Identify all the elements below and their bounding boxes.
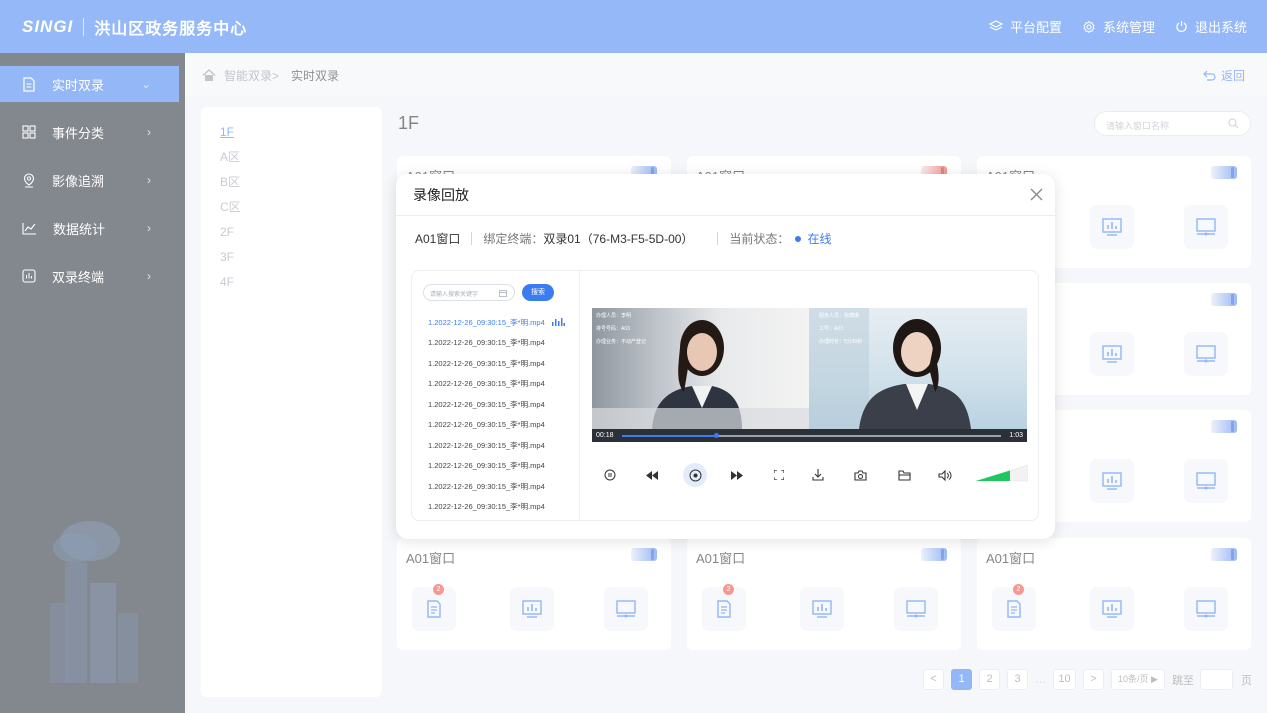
download-button[interactable]	[806, 463, 830, 487]
fast-forward-button[interactable]	[725, 463, 749, 487]
total-time: 1:03	[1009, 432, 1023, 439]
video-pane-staff: 服务人员：张珊珊 工号：A03 办理时长：5分30秒	[809, 308, 1027, 429]
status-value: 在线	[807, 232, 832, 246]
seek-fill	[621, 434, 717, 437]
modal-header: 录像回放	[396, 174, 1055, 216]
divider	[717, 232, 719, 245]
recording-file-item[interactable]: 1.2022-12-26_09:30:15_李*明.mp4	[428, 374, 565, 395]
client-info: 办理人员：李明 排号号码：A03 办理业务：不动产登记	[596, 310, 646, 349]
playback-panel: 请输入搜索关键字 搜索 1.2022-12-26_09:30:15_李*明.mp…	[411, 270, 1039, 521]
seek-handle[interactable]	[714, 432, 720, 438]
recording-file-item[interactable]: 1.2022-12-26_09:30:15_李*明.mp4	[428, 435, 565, 456]
recording-file-list: 请输入搜索关键字 搜索 1.2022-12-26_09:30:15_李*明.mp…	[412, 271, 580, 520]
file-search-placeholder: 请输入搜索关键字	[430, 292, 479, 298]
rewind-button[interactable]	[640, 463, 664, 487]
pause-button[interactable]	[598, 463, 622, 487]
staff-name: 服务人员：张珊珊	[819, 313, 860, 319]
recording-file-item[interactable]: 1.2022-12-26_09:30:15_李*明.mp4	[428, 456, 565, 477]
play-circle-icon	[689, 469, 701, 481]
modal-title: 录像回放	[413, 186, 469, 203]
playback-modal: 录像回放 A01窗口 绑定终端： 双录01（76-M3-F5-5D-00） 当前…	[396, 174, 1055, 539]
close-icon[interactable]	[1030, 188, 1043, 201]
search-button[interactable]: 搜索	[522, 284, 554, 301]
rewind-icon	[646, 470, 658, 480]
fullscreen-icon	[774, 470, 784, 480]
file-search-input[interactable]: 请输入搜索关键字	[423, 284, 515, 301]
client-business: 办理业务：不动产登记	[596, 339, 647, 345]
divider	[471, 232, 473, 245]
fullscreen-button[interactable]	[767, 463, 791, 487]
seek-track[interactable]	[621, 432, 1002, 438]
terminal-value: 双录01（76-M3-F5-5D-00）	[543, 232, 694, 246]
status-dot	[795, 235, 802, 242]
download-icon	[812, 469, 824, 481]
file-name: 1.2022-12-26_09:30:15_李*明.mp4	[428, 440, 545, 450]
file-name: 1.2022-12-26_09:30:15_李*明.mp4	[428, 420, 545, 430]
file-list: 1.2022-12-26_09:30:15_李*明.mp4 1.2022-12-2…	[428, 312, 565, 517]
volume-button[interactable]	[933, 463, 957, 487]
folder-icon	[897, 469, 911, 481]
file-name: 1.2022-12-26_09:30:15_李*明.mp4	[428, 338, 545, 348]
volume-icon	[938, 469, 952, 481]
client-number: 排号号码：A03	[596, 326, 630, 332]
player-controls	[592, 461, 1032, 489]
file-name: 1.2022-12-26_09:30:15_李*明.mp4	[428, 317, 545, 327]
recording-file-item[interactable]: 1.2022-12-26_09:30:15_李*明.mp4	[428, 394, 565, 415]
window-name: A01窗口	[415, 232, 461, 246]
file-name: 1.2022-12-26_09:30:15_李*明.mp4	[428, 379, 545, 389]
recording-file-item[interactable]: 1.2022-12-26_09:30:15_李*明.mp4	[428, 476, 565, 497]
calendar-icon[interactable]	[499, 289, 507, 297]
staff-id: 工号：A03	[819, 326, 843, 332]
playing-bars-icon	[551, 318, 565, 327]
recording-file-item[interactable]: 1.2022-12-26_09:30:15_李*明.mp4	[428, 353, 565, 374]
file-name: 1.2022-12-26_09:30:15_李*明.mp4	[428, 399, 545, 409]
play-button[interactable]	[683, 463, 707, 487]
video-player[interactable]: 办理人员：李明 排号号码：A03 办理业务：不动产登记 服务人员：张珊珊 工号：…	[592, 308, 1027, 442]
current-time: 00:18	[596, 432, 614, 439]
status-label: 当前状态：	[729, 232, 790, 246]
file-name: 1.2022-12-26_09:30:15_李*明.mp4	[428, 481, 545, 491]
recording-file-item[interactable]: 1.2022-12-26_09:30:15_李*明.mp4	[428, 497, 565, 518]
camera-icon	[853, 469, 867, 481]
client-name: 办理人员：李明	[596, 313, 632, 319]
snapshot-button[interactable]	[848, 463, 872, 487]
service-duration: 办理时长：5分30秒	[819, 339, 863, 345]
volume-slider[interactable]	[976, 465, 1028, 482]
staff-info: 服务人员：张珊珊 工号：A03 办理时长：5分30秒	[819, 310, 862, 349]
terminal-label: 绑定终端：	[483, 232, 544, 246]
terminal-info: A01窗口 绑定终端： 双录01（76-M3-F5-5D-00） 当前状态： 在…	[415, 230, 831, 247]
pause-icon	[604, 469, 616, 481]
fast-forward-icon	[731, 470, 743, 480]
recording-file-item[interactable]: 1.2022-12-26_09:30:15_李*明.mp4	[428, 415, 565, 436]
file-name: 1.2022-12-26_09:30:15_李*明.mp4	[428, 461, 545, 471]
recording-file-item[interactable]: 1.2022-12-26_09:30:15_李*明.mp4	[428, 333, 565, 354]
file-name: 1.2022-12-26_09:30:15_李*明.mp4	[428, 358, 545, 368]
recording-file-item[interactable]: 1.2022-12-26_09:30:15_李*明.mp4	[428, 312, 565, 333]
video-pane-client: 办理人员：李明 排号号码：A03 办理业务：不动产登记	[592, 308, 809, 429]
folder-button[interactable]	[892, 463, 916, 487]
file-name: 1.2022-12-26_09:30:15_李*明.mp4	[428, 502, 545, 512]
video-progress-bar: 00:18 1:03	[592, 429, 1027, 442]
